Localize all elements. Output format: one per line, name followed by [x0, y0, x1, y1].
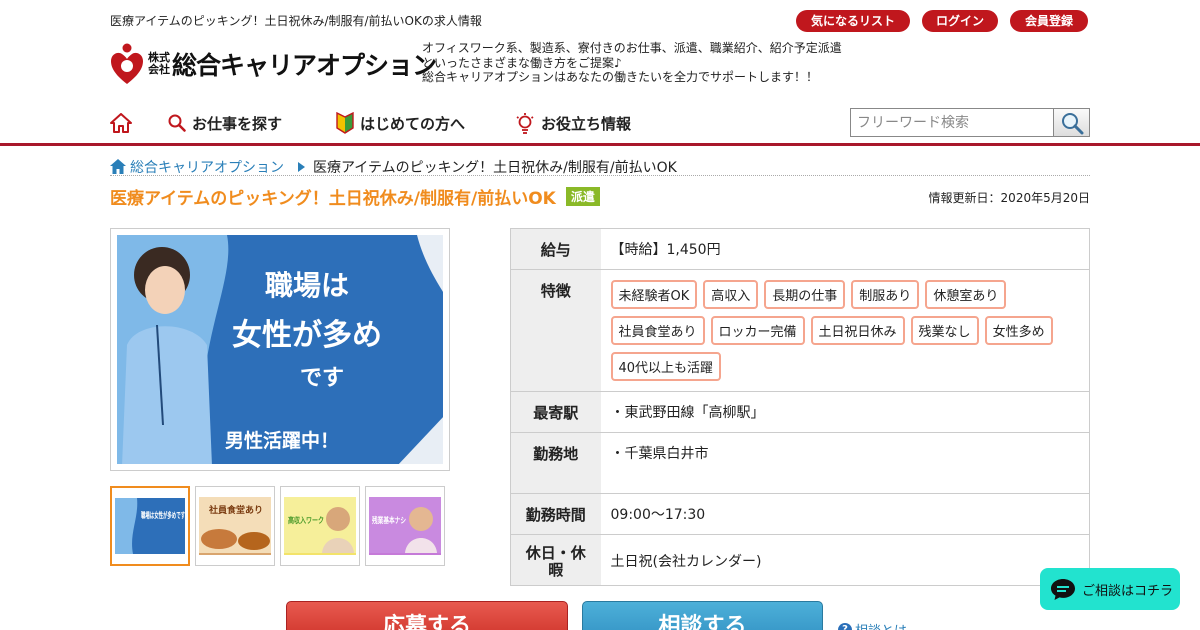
feature-tag: 残業なし	[910, 316, 979, 345]
table-row: 特徴 未経験者OK 高収入 長期の仕事 制服あり 休憩室あり 社員食堂あり ロッ…	[510, 269, 1090, 392]
lightbulb-icon	[516, 113, 534, 134]
feature-tag: 女性多め	[984, 316, 1053, 345]
favorites-button[interactable]: 気になるリスト	[796, 10, 910, 32]
tagline-line: といったさまざまな働き方をご提案♪	[422, 55, 622, 70]
job-title-text: 医療アイテムのピッキング！土日祝休み/制服有/前払いOK	[110, 189, 556, 209]
home-icon	[110, 159, 126, 174]
nav-divider	[0, 143, 1200, 146]
beginner-mark-icon	[336, 112, 354, 134]
feature-tag: 土日祝日休み	[810, 316, 905, 345]
row-label: 最寄駅	[510, 391, 601, 433]
breadcrumb-current: 医療アイテムのピッキング！土日祝休み/制服有/前払いOK	[313, 159, 677, 176]
table-row: 給与 【時給】1,450円	[510, 228, 1090, 270]
nav-useful-info[interactable]: お役立ち情報	[515, 112, 631, 134]
table-row: 休日・休暇 土日祝(会社カレンダー)	[510, 534, 1090, 586]
chat-bubble-icon	[1051, 579, 1075, 600]
holiday-value: 土日祝(会社カレンダー)	[600, 534, 1090, 586]
station-value: ・東武野田線「高柳駅」	[600, 391, 1090, 433]
logo-name: 総合キャリアオプション	[172, 51, 437, 80]
row-label: 勤務地	[510, 432, 601, 494]
image-text-line3: です	[300, 365, 344, 391]
thumbnail-text: 職場は女性が多めです	[141, 510, 185, 520]
nav-search-jobs[interactable]: お仕事を探す	[168, 113, 282, 134]
thumbnail-text: 社員食堂あり	[208, 504, 263, 516]
breadcrumb-home[interactable]: 総合キャリアオプション	[110, 157, 284, 177]
magnifier-icon	[1061, 112, 1083, 134]
search-input[interactable]	[851, 109, 1053, 136]
logo-heart-icon	[110, 40, 144, 88]
breadcrumb: 総合キャリアオプション 医療アイテムのピッキング！土日祝休み/制服有/前払いOK	[110, 158, 1090, 176]
update-date: 情報更新日：2020年5月20日	[928, 191, 1090, 205]
question-icon: ?	[838, 622, 852, 630]
logo-kaisha: 株式会社	[148, 51, 170, 76]
home-icon	[110, 113, 132, 133]
breadcrumb-home-label: 総合キャリアオプション	[130, 159, 284, 176]
header-buttons: 気になるリスト ログイン 会員登録	[796, 10, 1088, 32]
chat-label: ご相談はコチラ	[1082, 583, 1174, 599]
login-button[interactable]: ログイン	[922, 10, 998, 32]
row-label: 給与	[510, 228, 601, 270]
thumbnail-text: 高収入ワーク	[288, 515, 324, 525]
consult-info-link[interactable]: ? 相談とは	[838, 620, 907, 630]
main-job-image: 職場は 女性が多め です 男性活躍中！	[110, 228, 450, 471]
job-info-table: 給与 【時給】1,450円 特徴 未経験者OK 高収入 長期の仕事 制服あり 休…	[510, 228, 1090, 586]
hours-value: 09:00～17:30	[600, 493, 1090, 535]
breadcrumb-arrow-icon	[298, 161, 305, 172]
job-title: 医療アイテムのピッキング！土日祝休み/制服有/前払いOK 派遣	[110, 184, 600, 209]
thumbnail[interactable]: 残業基本ナシ	[365, 486, 445, 566]
feature-tag: 40代以上も活躍	[610, 352, 722, 381]
table-row: 勤務時間 09:00～17:30	[510, 493, 1090, 535]
tagline: オフィスワーク系、製造系、寮付きのお仕事、派遣、職業紹介、紹介予定派遣 といった…	[422, 41, 842, 85]
thumbnail[interactable]: 職場は女性が多めです	[110, 486, 190, 566]
image-thumbnails: 職場は女性が多めです 社員食堂あり 高収入ワーク	[110, 486, 445, 566]
feature-tag: 高収入	[703, 280, 759, 309]
register-button[interactable]: 会員登録	[1010, 10, 1088, 32]
employment-type-badge: 派遣	[565, 187, 600, 206]
feature-tag: 未経験者OK	[610, 280, 698, 309]
table-row: 勤務地 ・千葉県白井市	[510, 432, 1090, 494]
row-label: 休日・休暇	[510, 534, 601, 586]
tagline-line: 総合キャリアオプションはあなたの働きたいを全力でサポートします！！	[422, 70, 819, 84]
location-value: ・千葉県白井市	[600, 432, 1090, 494]
search-box	[850, 108, 1090, 137]
feature-tag: 休憩室あり	[925, 280, 1007, 309]
thumbnail[interactable]: 社員食堂あり	[195, 486, 275, 566]
features-cell: 未経験者OK 高収入 長期の仕事 制服あり 休憩室あり 社員食堂あり ロッカー完…	[600, 269, 1090, 392]
page-heading-text: 医療アイテムのピッキング！土日祝休み/制服有/前払いOKの求人情報	[110, 14, 482, 28]
image-text-line4: 男性活躍中！	[225, 429, 339, 452]
image-text-line1: 職場は	[265, 269, 349, 302]
nav-label: はじめての方へ	[360, 114, 466, 133]
row-label: 特徴	[510, 269, 601, 392]
thumbnail[interactable]: 高収入ワーク	[280, 486, 360, 566]
search-button[interactable]	[1053, 109, 1089, 136]
nav-beginners[interactable]: はじめての方へ	[336, 112, 465, 134]
site-logo[interactable]: 株式会社 総合キャリアオプション	[110, 40, 437, 88]
tagline-line: オフィスワーク系、製造系、寮付きのお仕事、派遣、職業紹介、紹介予定派遣	[422, 41, 842, 55]
apply-button[interactable]: 応募する	[286, 601, 568, 630]
table-row: 最寄駅 ・東武野田線「高柳駅」	[510, 391, 1090, 433]
nav-home[interactable]	[110, 113, 138, 133]
feature-tag: 社員食堂あり	[610, 316, 705, 345]
feature-tag: 制服あり	[851, 280, 920, 309]
consult-info-label: 相談とは	[855, 620, 907, 630]
row-label: 勤務時間	[510, 493, 601, 535]
nav-label: お仕事を探す	[192, 114, 283, 133]
main-nav: お仕事を探す はじめての方へ お役立ち情報	[110, 108, 631, 138]
consult-button[interactable]: 相談する	[582, 601, 823, 630]
chat-widget-button[interactable]: ご相談はコチラ	[1040, 568, 1180, 610]
salary-value: 【時給】1,450円	[600, 228, 1090, 270]
feature-tag: 長期の仕事	[764, 280, 846, 309]
feature-tag: ロッカー完備	[710, 316, 805, 345]
image-text-line2: 女性が多め	[232, 318, 382, 353]
search-icon	[168, 114, 186, 132]
thumbnail-text: 残業基本ナシ	[372, 515, 406, 525]
nav-label: お役立ち情報	[541, 114, 632, 133]
